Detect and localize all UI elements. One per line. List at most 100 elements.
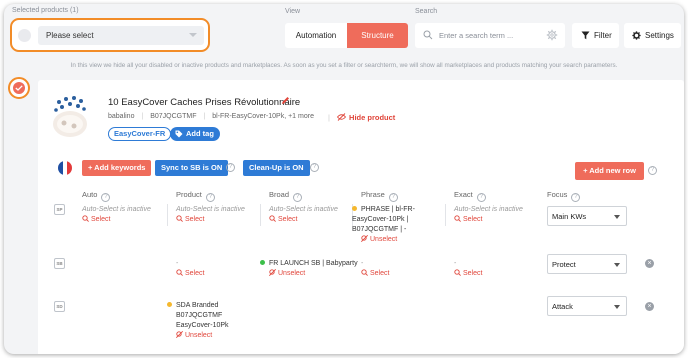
unselect-icon — [175, 330, 184, 339]
filter-icon — [581, 31, 590, 40]
active-dot — [352, 206, 357, 211]
chevron-down-icon — [614, 215, 620, 219]
help-icon[interactable]: ? — [476, 193, 486, 202]
pencil-icon[interactable] — [281, 96, 290, 105]
unselect-link[interactable]: Unselect — [260, 268, 358, 279]
add-tag-button[interactable]: Add tag — [170, 127, 220, 141]
product-campaigns: bl-FR-EasyCover-10Pk, +1 more — [212, 113, 314, 120]
select-icon — [454, 269, 461, 276]
settings-icon — [632, 31, 641, 40]
help-icon[interactable]: ? — [205, 193, 215, 202]
add-new-row-button[interactable]: + Add new row — [575, 162, 644, 180]
gear-icon[interactable] — [546, 29, 558, 41]
help-icon[interactable]: ? — [226, 163, 235, 172]
chevron-down-icon — [614, 263, 620, 267]
sync-sb-button[interactable]: Sync to SB is ON — [155, 160, 229, 176]
remove-icon[interactable]: × — [645, 259, 654, 268]
help-icon[interactable]: ? — [648, 166, 657, 175]
unselect-link[interactable]: Unselect — [167, 330, 255, 341]
search-input[interactable]: Enter a search term ... — [415, 23, 565, 48]
product-meta: babalino | B07JQCGTMF | bl-FR-EasyCover-… — [108, 113, 314, 120]
select-icon — [82, 215, 89, 222]
cell-auto: Auto-Select is inactive Select — [82, 206, 151, 225]
remove-icon[interactable]: × — [645, 302, 654, 311]
cleanup-button[interactable]: Clean-Up is ON — [243, 160, 310, 176]
unselect-link[interactable]: Unselect — [352, 234, 442, 245]
view-structure-button[interactable]: Structure — [347, 23, 408, 48]
select-link[interactable]: Select — [176, 215, 245, 225]
help-icon[interactable]: ? — [388, 193, 398, 202]
select-link[interactable]: Select — [361, 269, 389, 279]
divider — [167, 204, 168, 226]
app-frame: Selected products (1) Please select View… — [4, 4, 684, 354]
divider — [260, 204, 261, 226]
product-asin: B07JQCGTMF — [150, 113, 197, 120]
select-icon — [176, 269, 183, 276]
settings-button[interactable]: Settings — [624, 23, 681, 48]
search-label: Search — [415, 8, 438, 15]
tag-icon — [175, 130, 183, 138]
help-icon[interactable]: ? — [310, 163, 319, 172]
unselect-icon — [360, 234, 369, 243]
filter-button[interactable]: Filter — [572, 23, 619, 48]
divider — [445, 204, 446, 226]
cell-product: Auto-Select is inactive Select — [176, 206, 245, 225]
view-label: View — [285, 8, 301, 15]
select-icon — [361, 269, 368, 276]
filter-label: Filter — [594, 31, 612, 40]
cell-product: SDA Branded B07JQCGTMF EasyCover-10Pk Un… — [167, 301, 255, 341]
check-icon — [15, 85, 23, 91]
select-link[interactable]: Select — [176, 269, 204, 279]
row-tag-sp: SP — [54, 204, 65, 215]
row-tag-sd: SD — [54, 301, 65, 312]
view-automation-button[interactable]: Automation — [285, 23, 347, 48]
search-icon — [423, 30, 433, 40]
col-header-auto: Auto? — [82, 190, 111, 202]
hide-icon — [336, 113, 347, 121]
product-image — [53, 96, 87, 137]
active-dot — [167, 302, 172, 307]
focus-select[interactable]: Protect — [547, 254, 627, 274]
cell-exact: Auto-Select is inactive Select — [454, 206, 523, 225]
product-select[interactable]: Please select — [10, 18, 210, 52]
product-select-value: Please select — [46, 31, 94, 40]
active-dot — [260, 260, 265, 265]
select-icon — [176, 215, 183, 222]
chevron-down-icon — [189, 33, 197, 37]
col-header-focus: Focus? — [547, 190, 581, 202]
help-icon[interactable]: ? — [101, 193, 111, 202]
chevron-down-icon — [614, 305, 620, 309]
select-all-radio[interactable] — [18, 29, 31, 42]
unselect-icon — [268, 268, 277, 277]
add-keywords-button[interactable]: + Add keywords — [82, 160, 152, 176]
col-header-phrase: Phrase? — [361, 190, 398, 202]
select-link[interactable]: Select — [82, 215, 151, 225]
select-link[interactable]: Select — [269, 215, 338, 225]
hide-product-link[interactable]: | Hide product — [328, 113, 395, 122]
cell-exact: - Select — [454, 260, 483, 279]
selected-products-label: Selected products (1) — [12, 7, 79, 14]
help-icon[interactable]: ? — [293, 193, 303, 202]
help-icon[interactable]: ? — [571, 193, 581, 202]
product-checkbox[interactable] — [8, 77, 30, 99]
cell-phrase: - Select — [361, 260, 390, 279]
select-icon — [454, 215, 461, 222]
product-card: 10 EasyCover Caches Prises Révolutionnai… — [38, 80, 684, 354]
col-header-product: Product? — [176, 190, 215, 202]
product-title: 10 EasyCover Caches Prises Révolutionnai… — [108, 97, 301, 108]
cell-phrase: PHRASE | bl-FR-EasyCover-10Pk | B07JQCGT… — [352, 205, 442, 245]
flag-fr-icon — [58, 161, 72, 175]
cell-product: - Select — [176, 260, 205, 279]
tag-chip[interactable]: EasyCover-FR — [108, 127, 172, 141]
product-account: babalino — [108, 113, 135, 120]
focus-select[interactable]: Attack — [547, 296, 627, 316]
row-tag-sb: SB — [54, 258, 65, 269]
view-toggle: Automation Structure — [285, 23, 408, 48]
select-link[interactable]: Select — [454, 269, 482, 279]
select-icon — [269, 215, 276, 222]
select-link[interactable]: Select — [454, 215, 523, 225]
info-text: In this view we hide all your disabled o… — [70, 62, 618, 69]
focus-select[interactable]: Main KWs — [547, 206, 627, 226]
search-placeholder: Enter a search term ... — [439, 31, 514, 40]
product-dropdown[interactable]: Please select — [38, 26, 204, 45]
